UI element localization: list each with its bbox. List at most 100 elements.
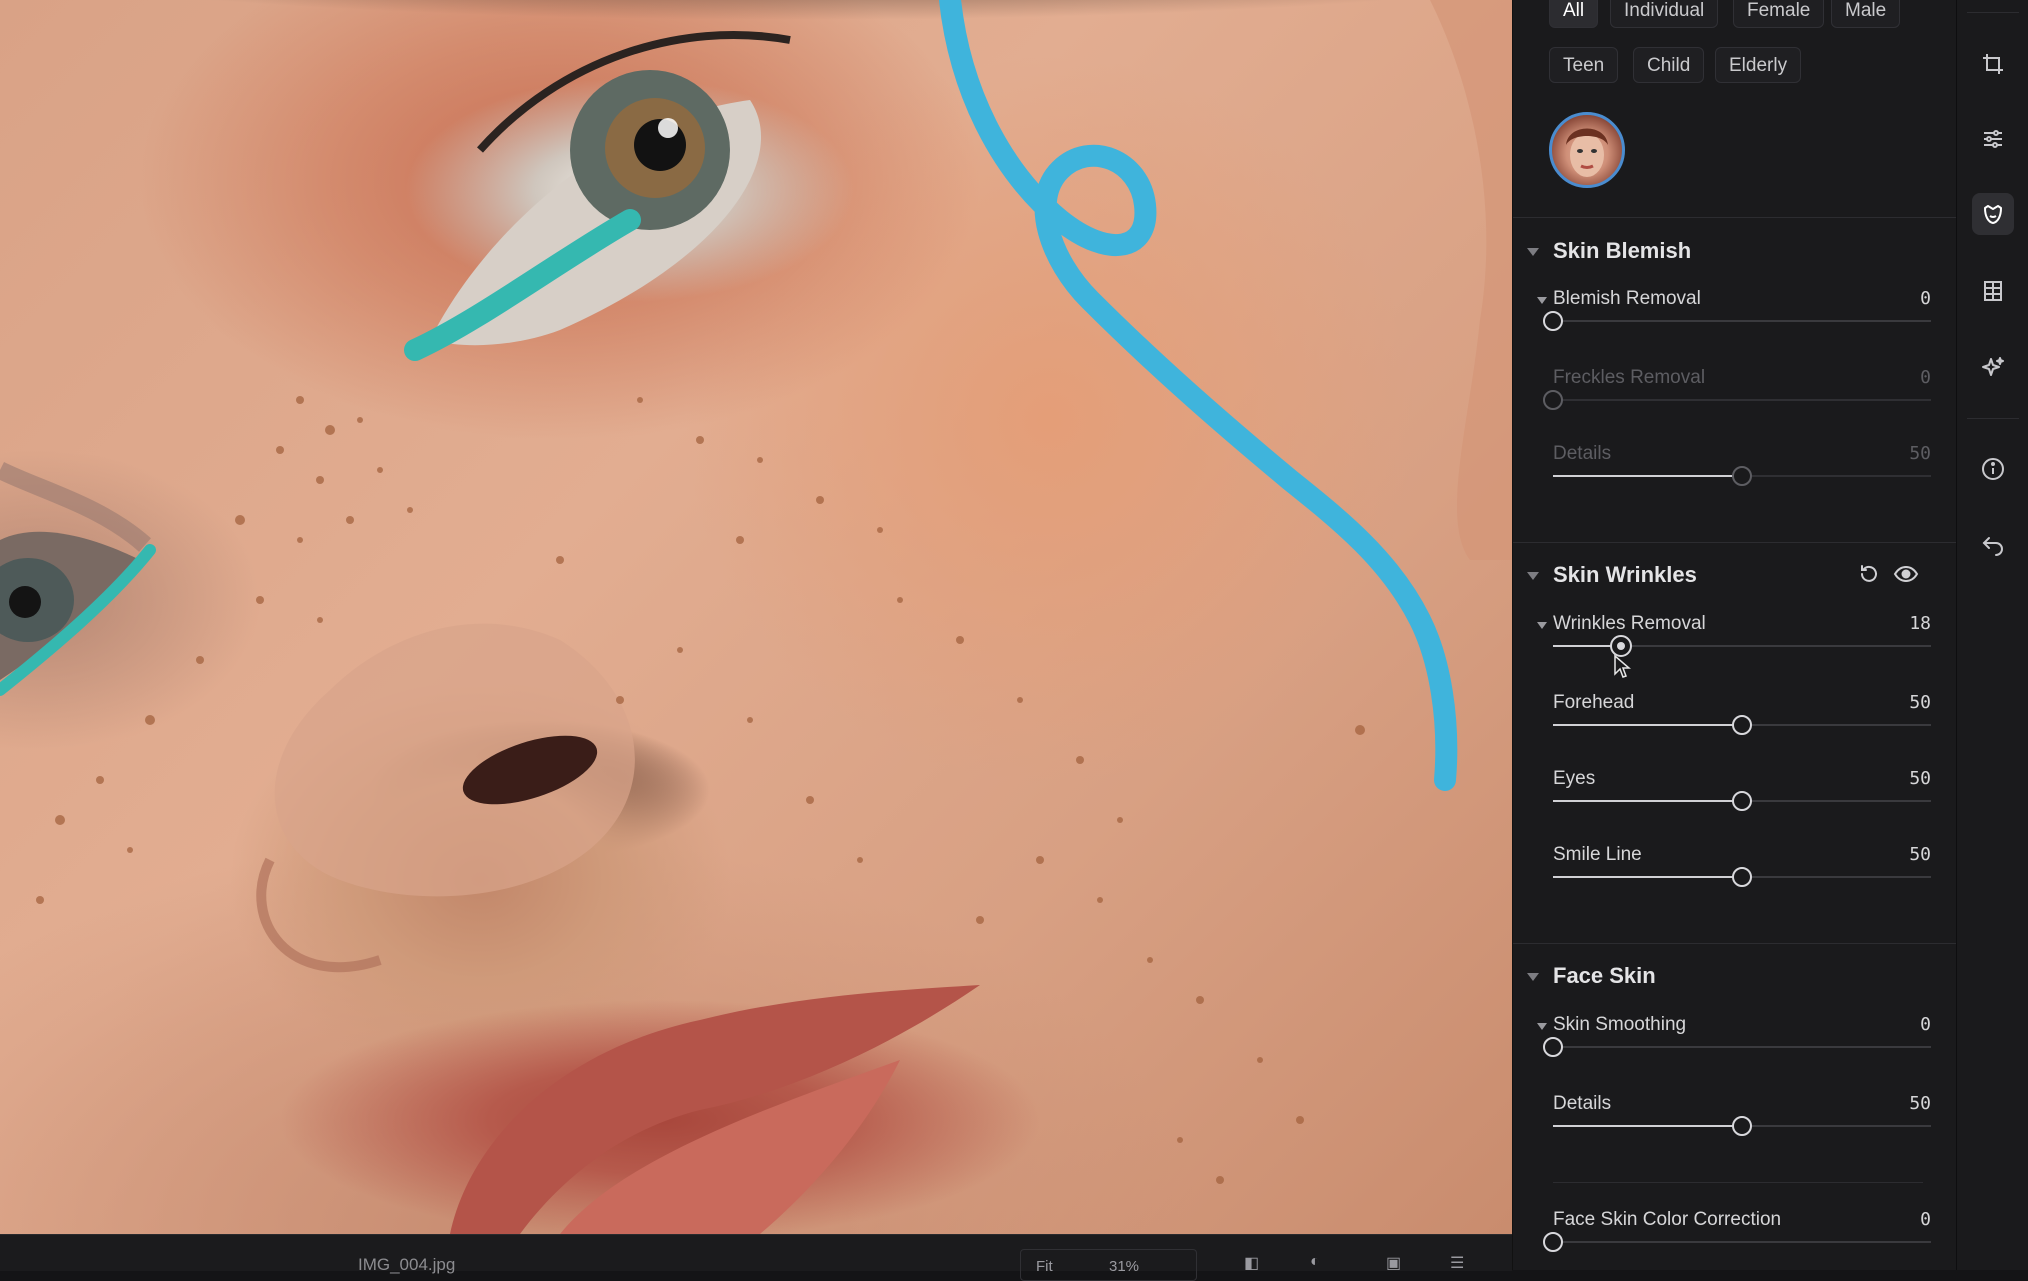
slider-value: 0 [1920,367,1931,388]
slider-skin-smoothing[interactable]: Skin Smoothing 0 [1537,1014,1931,1074]
slider-thumb[interactable] [1732,715,1752,735]
split-view-icon[interactable]: ▣ [1386,1253,1408,1273]
sparkle-icon[interactable] [1972,346,2014,388]
file-name: IMG_004.jpg [358,1255,456,1274]
chip-elderly[interactable]: Elderly [1715,47,1802,83]
divider [1967,12,2019,13]
sliders-icon[interactable] [1972,118,2014,160]
slider-face-details[interactable]: Details 50 [1539,1093,1931,1153]
slider-track[interactable] [1553,1116,1931,1136]
slider-value[interactable]: 18 [1909,613,1931,634]
slider-fill [1553,800,1742,802]
slider-track[interactable] [1543,390,1931,410]
slider-wrinkles-removal[interactable]: Wrinkles Removal 18 [1537,613,1931,673]
expand-triangle-icon[interactable] [1537,622,1547,629]
slider-track[interactable] [1543,1232,1931,1252]
slider-track[interactable] [1543,311,1931,331]
slider-thumb[interactable] [1732,466,1752,486]
zoom-control[interactable]: Fit 31% [1020,1249,1197,1281]
tool-icon-strip [1956,0,2028,1270]
slider-thumb[interactable] [1543,1037,1563,1057]
collapse-triangle-icon[interactable] [1527,248,1539,256]
divider [1513,943,1956,944]
slider-value[interactable]: 50 [1909,1093,1931,1114]
undo-history-icon[interactable] [1972,524,2014,566]
slider-smile-line[interactable]: Smile Line 50 [1539,844,1931,904]
expand-triangle-icon[interactable] [1537,1023,1547,1030]
section-title: Skin Wrinkles [1553,562,1697,587]
menu-icon[interactable]: ☰ [1450,1253,1472,1273]
slider-blemish-removal[interactable]: Blemish Removal 0 [1537,288,1931,348]
slider-thumb[interactable] [1732,867,1752,887]
chip-teen[interactable]: Teen [1549,47,1619,83]
collapse-triangle-icon[interactable] [1527,572,1539,580]
slider-value: 50 [1909,443,1931,464]
slider-value[interactable]: 50 [1909,844,1931,865]
slider-track[interactable] [1543,1037,1931,1057]
slider-track[interactable] [1553,635,1931,657]
preview-icon[interactable]: ◐ [1310,1253,1332,1273]
reset-icon[interactable] [1857,562,1883,588]
slider-label: Wrinkles Removal [1553,613,1706,634]
adjustment-panel: All Individual Female Male Teen Child El… [1512,0,1956,1270]
face-avatar-thumbnail[interactable] [1549,112,1625,188]
slider-label: Forehead [1553,692,1635,713]
info-icon[interactable] [1972,448,2014,490]
chip-child[interactable]: Child [1633,47,1705,83]
slider-thumb[interactable] [1543,390,1563,410]
slider-fill [1553,1125,1742,1127]
divider [1967,418,2019,419]
slider-label: Eyes [1553,768,1596,789]
fit-label: Fit [1036,1258,1053,1275]
mouse-cursor-icon [1614,654,1631,678]
ear [1430,0,1512,560]
visibility-eye-icon[interactable] [1893,562,1919,588]
section-title: Skin Blemish [1553,238,1692,263]
slider-label: Blemish Removal [1553,288,1701,309]
slider-fill [1553,475,1742,477]
slider-thumb[interactable] [1543,1232,1563,1252]
chip-female[interactable]: Female [1733,0,1825,28]
slider-thumb[interactable] [1732,1116,1752,1136]
slider-track[interactable] [1553,867,1931,887]
slider-value[interactable]: 50 [1909,768,1931,789]
slider-track[interactable] [1553,791,1931,811]
photo-canvas[interactable] [0,0,1512,1234]
slider-freckles-removal[interactable]: Freckles Removal 0 [1539,367,1931,427]
slider-fill [1553,724,1742,726]
slider-thumb[interactable] [1543,311,1563,331]
slider-fill [1553,876,1742,878]
face-retouch-icon[interactable] [1972,193,2014,235]
slider-forehead[interactable]: Forehead 50 [1539,692,1931,752]
portrait-details [0,0,1512,1234]
chip-male[interactable]: Male [1831,0,1901,28]
slider-value[interactable]: 0 [1920,1209,1931,1230]
bottom-status-bar: IMG_004.jpg Fit 31% ◧ ◐ ▣ ☰ [0,1234,1512,1281]
chip-individual[interactable]: Individual [1610,0,1719,28]
chip-all[interactable]: All [1549,0,1599,28]
slider-label: Freckles Removal [1553,367,1706,388]
slider-value[interactable]: 0 [1920,288,1931,309]
slider-face-skin-color-correction[interactable]: Face Skin Color Correction 0 [1539,1209,1931,1269]
landscape-grid-icon[interactable] [1972,270,2014,312]
slider-track[interactable] [1553,466,1931,486]
left-eye-pupil [9,586,41,618]
section-title: Face Skin [1553,963,1656,988]
slider-label: Details [1553,1093,1612,1114]
slider-eyes[interactable]: Eyes 50 [1539,768,1931,828]
crop-icon[interactable] [1972,43,2014,85]
eye-highlight [658,118,678,138]
compare-icon[interactable]: ◧ [1244,1253,1266,1273]
slider-label: Smile Line [1553,844,1642,865]
slider-track[interactable] [1553,715,1931,735]
expand-triangle-icon[interactable] [1537,297,1547,304]
divider [1513,542,1956,543]
slider-value[interactable]: 50 [1909,692,1931,713]
slider-label: Skin Smoothing [1553,1014,1687,1035]
slider-thumb[interactable] [1732,791,1752,811]
divider [1513,217,1956,218]
slider-value[interactable]: 0 [1920,1014,1931,1035]
slider-label: Face Skin Color Correction [1553,1209,1782,1230]
slider-blemish-details[interactable]: Details 50 [1539,443,1931,503]
collapse-triangle-icon[interactable] [1527,973,1539,981]
